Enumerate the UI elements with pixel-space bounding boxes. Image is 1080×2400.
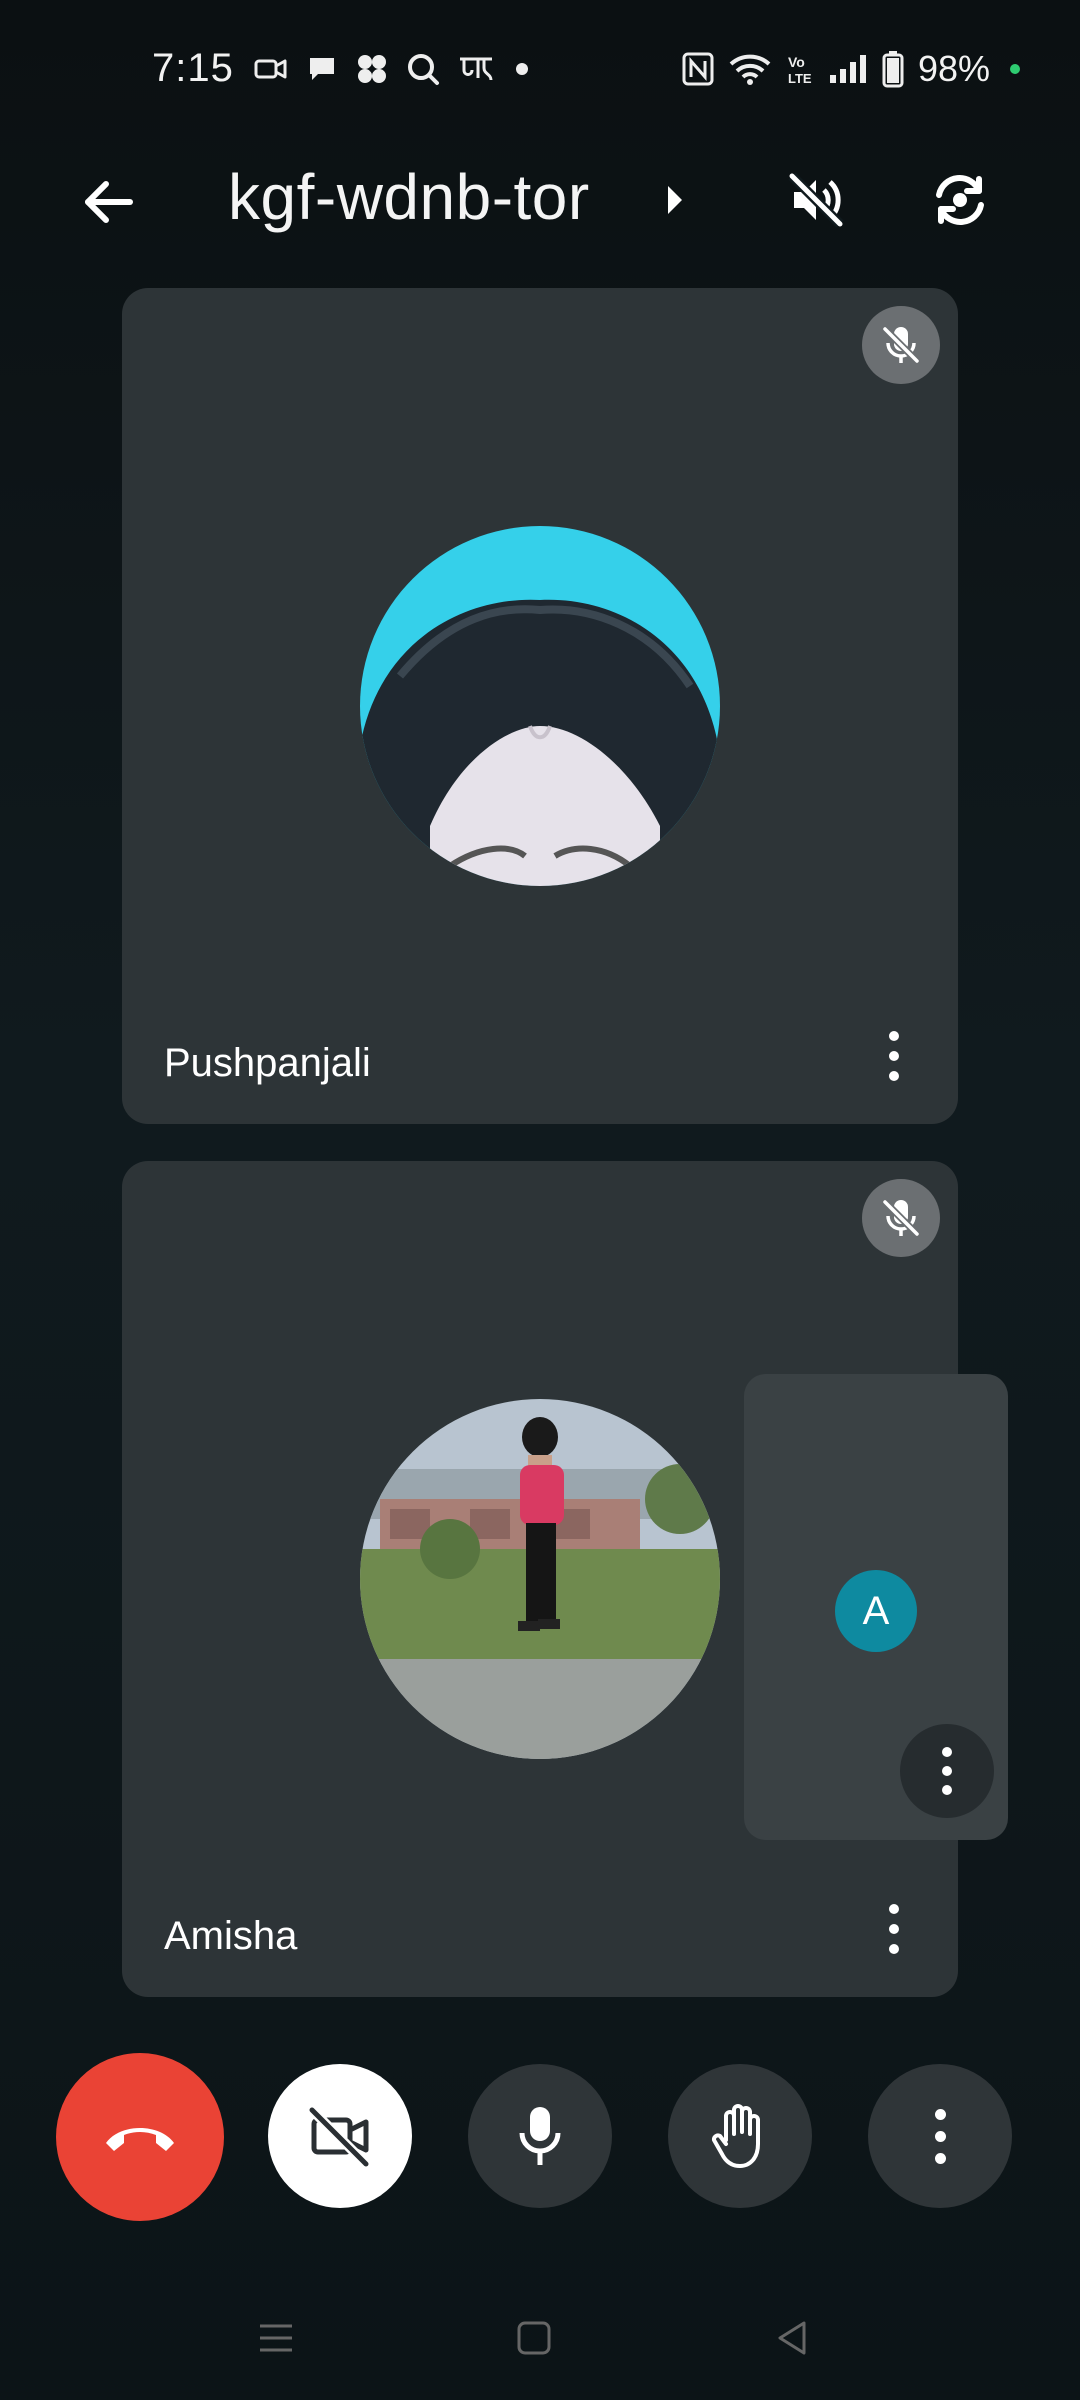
home-icon xyxy=(517,2321,551,2355)
self-view-more-button[interactable] xyxy=(900,1724,994,1818)
participant-photo xyxy=(360,526,720,886)
raise-hand-button[interactable] xyxy=(668,2064,812,2208)
participant-photo xyxy=(360,1399,720,1759)
back-triangle-icon xyxy=(778,2321,806,2355)
wifi-icon xyxy=(729,54,771,85)
system-back-button[interactable] xyxy=(762,2308,822,2368)
participant-tile[interactable]: Pushpanjali xyxy=(122,288,958,1124)
end-call-icon xyxy=(106,2128,174,2151)
muted-indicator xyxy=(862,1179,940,1257)
privacy-indicator-dot xyxy=(1010,64,1020,74)
pinwheel-app-icon xyxy=(358,55,386,83)
end-call-button[interactable] xyxy=(56,2053,224,2221)
system-navigation-bar xyxy=(0,2290,1080,2380)
participant-more-button[interactable] xyxy=(874,1026,914,1086)
home-button[interactable] xyxy=(504,2308,564,2368)
meet-call-screen: 7:15 Vo LTE 98% kgf-wdnb-tor Pushpanjali… xyxy=(0,0,1080,2400)
mic-icon xyxy=(519,2107,561,2165)
more-vert-icon xyxy=(942,1747,952,1757)
mic-off-icon xyxy=(882,326,920,364)
more-vert-icon xyxy=(889,1904,899,1914)
battery-icon xyxy=(882,51,904,88)
switch-camera-icon xyxy=(936,175,984,225)
more-vert-icon xyxy=(934,2108,946,2120)
camera-off-icon xyxy=(308,2106,370,2168)
switch-camera-button[interactable] xyxy=(920,160,1000,240)
camera-toggle-button[interactable] xyxy=(268,2064,412,2208)
top-app-bar: kgf-wdnb-tor xyxy=(0,140,1080,256)
svg-text:Vo: Vo xyxy=(788,54,805,70)
nfc-icon xyxy=(682,52,714,86)
svg-text:LTE: LTE xyxy=(788,71,812,86)
participant-avatar xyxy=(360,1399,720,1759)
caret-right-icon[interactable] xyxy=(662,180,688,220)
self-view-tile[interactable]: A xyxy=(744,1374,1008,1840)
volte-icon: Vo LTE xyxy=(788,54,812,86)
recents-icon xyxy=(260,2324,292,2352)
raise-hand-icon xyxy=(712,2104,760,2168)
hindi-news-app-icon xyxy=(460,57,493,81)
system-status-icons: Vo LTE 98% xyxy=(682,48,1020,90)
participant-avatar xyxy=(360,526,720,886)
speaker-toggle-button[interactable] xyxy=(776,160,856,240)
speaker-off-icon xyxy=(788,172,844,228)
microphone-toggle-button[interactable] xyxy=(468,2064,612,2208)
back-arrow-icon xyxy=(85,181,133,223)
mic-off-icon xyxy=(882,1199,920,1237)
participant-more-button[interactable] xyxy=(874,1899,914,1959)
meeting-code-title[interactable]: kgf-wdnb-tor xyxy=(228,160,590,234)
back-button[interactable] xyxy=(72,166,144,238)
search-app-icon xyxy=(408,54,439,85)
self-avatar: A xyxy=(835,1570,917,1652)
recents-button[interactable] xyxy=(246,2308,306,2368)
status-time: 7:15 xyxy=(152,46,234,90)
video-call-notification-icon xyxy=(254,59,287,79)
more-vert-icon xyxy=(889,1031,899,1041)
more-notifications-dot-icon xyxy=(516,63,528,75)
call-controls xyxy=(0,2050,1080,2221)
notification-icons xyxy=(254,52,532,86)
status-bar: 7:15 Vo LTE 98% xyxy=(0,0,1080,140)
more-options-button[interactable] xyxy=(868,2064,1012,2208)
muted-indicator xyxy=(862,306,940,384)
participant-name: Pushpanjali xyxy=(164,1041,371,1085)
battery-percentage: 98% xyxy=(917,48,990,89)
chat-bubble-icon xyxy=(310,58,334,80)
participant-name: Amisha xyxy=(164,1914,298,1958)
signal-icon xyxy=(829,55,866,83)
